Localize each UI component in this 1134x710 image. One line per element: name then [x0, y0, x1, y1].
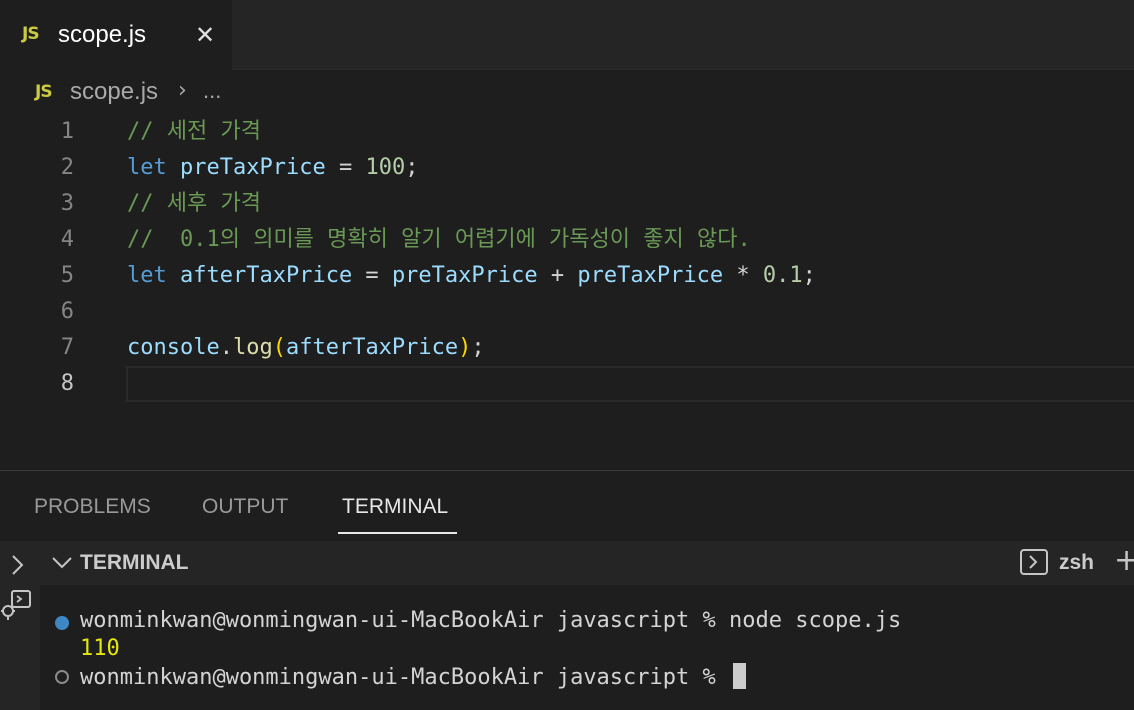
- operator: +: [537, 263, 578, 288]
- active-tab-indicator: [338, 532, 457, 534]
- line-number: 5: [60, 263, 74, 288]
- keyword: let: [127, 263, 167, 288]
- operator: =: [325, 155, 366, 180]
- code-text: // 세후 가격: [127, 186, 261, 222]
- comment: // 세전 가격: [127, 119, 261, 144]
- terminal-header: TERMINAL zsh +: [40, 541, 1134, 585]
- code-line: 2 let preTaxPrice = 100;: [0, 150, 1134, 186]
- line-number: 2: [60, 155, 74, 180]
- variable: afterTaxPrice: [285, 335, 459, 360]
- punctuation: ;: [471, 335, 485, 360]
- chevron-right-icon: ›: [178, 78, 187, 103]
- editor-tab-bar: JS scope.js ✕: [0, 0, 1134, 70]
- tab-scope-js[interactable]: JS scope.js ✕: [0, 0, 232, 70]
- code-line: 1 // 세전 가격: [0, 114, 1134, 150]
- panel-side-strip: [0, 541, 40, 710]
- line-number: 4: [60, 227, 74, 252]
- line-number: 6: [60, 299, 74, 324]
- terminal-icon[interactable]: [1020, 549, 1048, 575]
- operator: *: [723, 263, 763, 288]
- line-number: 8: [60, 371, 74, 396]
- chevron-down-icon[interactable]: [50, 549, 74, 577]
- breadcrumb-file[interactable]: scope.js: [70, 78, 158, 106]
- breadcrumb-symbols[interactable]: ...: [203, 78, 221, 104]
- terminal-prompt-line: wonminkwan@wonmingwan-ui-MacBookAir java…: [80, 663, 747, 692]
- terminal-prompt: wonminkwan@wonmingwan-ui-MacBookAir java…: [80, 665, 730, 690]
- bottom-panel: PROBLEMS OUTPUT TERMINAL TERMINAL zsh +: [0, 470, 1134, 710]
- function: log: [232, 335, 273, 360]
- command-pending-icon: [55, 670, 69, 684]
- code-line: 6: [0, 294, 1134, 330]
- tab-output[interactable]: OUTPUT: [202, 495, 288, 519]
- terminal-cursor: [733, 663, 747, 689]
- add-terminal-icon[interactable]: +: [1114, 543, 1134, 578]
- code-line: 4 // 0.1의 의미를 명확히 알기 어렵기에 가독성이 좋지 않다.: [0, 222, 1134, 258]
- command-success-icon: [55, 616, 69, 630]
- code-line: 7 console.log(afterTaxPrice);: [0, 330, 1134, 366]
- punctuation: (: [272, 335, 286, 360]
- variable: preTaxPrice: [180, 155, 326, 180]
- comment: // 세후 가격: [127, 191, 261, 216]
- punctuation: ): [458, 335, 472, 360]
- javascript-file-icon: JS: [35, 82, 53, 102]
- code-text: let preTaxPrice = 100;: [127, 150, 418, 186]
- keyword: let: [127, 155, 167, 180]
- code-line: 5 let afterTaxPrice = preTaxPrice + preT…: [0, 258, 1134, 294]
- code-text: // 0.1의 의미를 명확히 알기 어렵기에 가독성이 좋지 않다.: [127, 222, 751, 258]
- punctuation: .: [219, 335, 233, 360]
- terminal-line: 110: [80, 636, 120, 661]
- number: 100: [365, 155, 406, 180]
- code-text: console.log(afterTaxPrice);: [127, 330, 485, 366]
- breadcrumb: JS scope.js › ...: [0, 70, 1134, 116]
- object: console: [127, 335, 220, 360]
- variable: preTaxPrice: [391, 263, 538, 288]
- punctuation: ;: [802, 263, 816, 288]
- line-number: 3: [60, 191, 74, 216]
- javascript-file-icon: JS: [22, 24, 40, 44]
- line-number: 7: [60, 335, 74, 360]
- variable: afterTaxPrice: [180, 263, 353, 288]
- close-icon[interactable]: ✕: [192, 20, 218, 50]
- chevron-right-icon[interactable]: [8, 553, 28, 577]
- code-line: 3 // 세후 가격: [0, 186, 1134, 222]
- tab-terminal[interactable]: TERMINAL: [342, 495, 448, 519]
- variable: preTaxPrice: [577, 263, 724, 288]
- code-text: // 세전 가격: [127, 114, 261, 150]
- code-editor[interactable]: 1 // 세전 가격 2 let preTaxPrice = 100; 3 //…: [0, 114, 1134, 470]
- punctuation: ;: [405, 155, 419, 180]
- terminal-output[interactable]: wonminkwan@wonmingwan-ui-MacBookAir java…: [40, 585, 1134, 710]
- tab-label: scope.js: [58, 21, 147, 48]
- number: 0.1: [762, 263, 803, 288]
- debug-console-icon[interactable]: [0, 587, 34, 623]
- line-number: 1: [60, 119, 74, 144]
- comment: // 0.1의 의미를 명확히 알기 어렵기에 가독성이 좋지 않다.: [127, 227, 751, 252]
- code-line: 8: [0, 366, 1134, 402]
- operator: =: [352, 263, 392, 288]
- terminal-title: TERMINAL: [80, 551, 189, 574]
- code-text: let afterTaxPrice = preTaxPrice + preTax…: [127, 258, 816, 294]
- tab-problems[interactable]: PROBLEMS: [34, 495, 151, 519]
- terminal-line: wonminkwan@wonmingwan-ui-MacBookAir java…: [80, 608, 902, 633]
- shell-name[interactable]: zsh: [1059, 551, 1094, 575]
